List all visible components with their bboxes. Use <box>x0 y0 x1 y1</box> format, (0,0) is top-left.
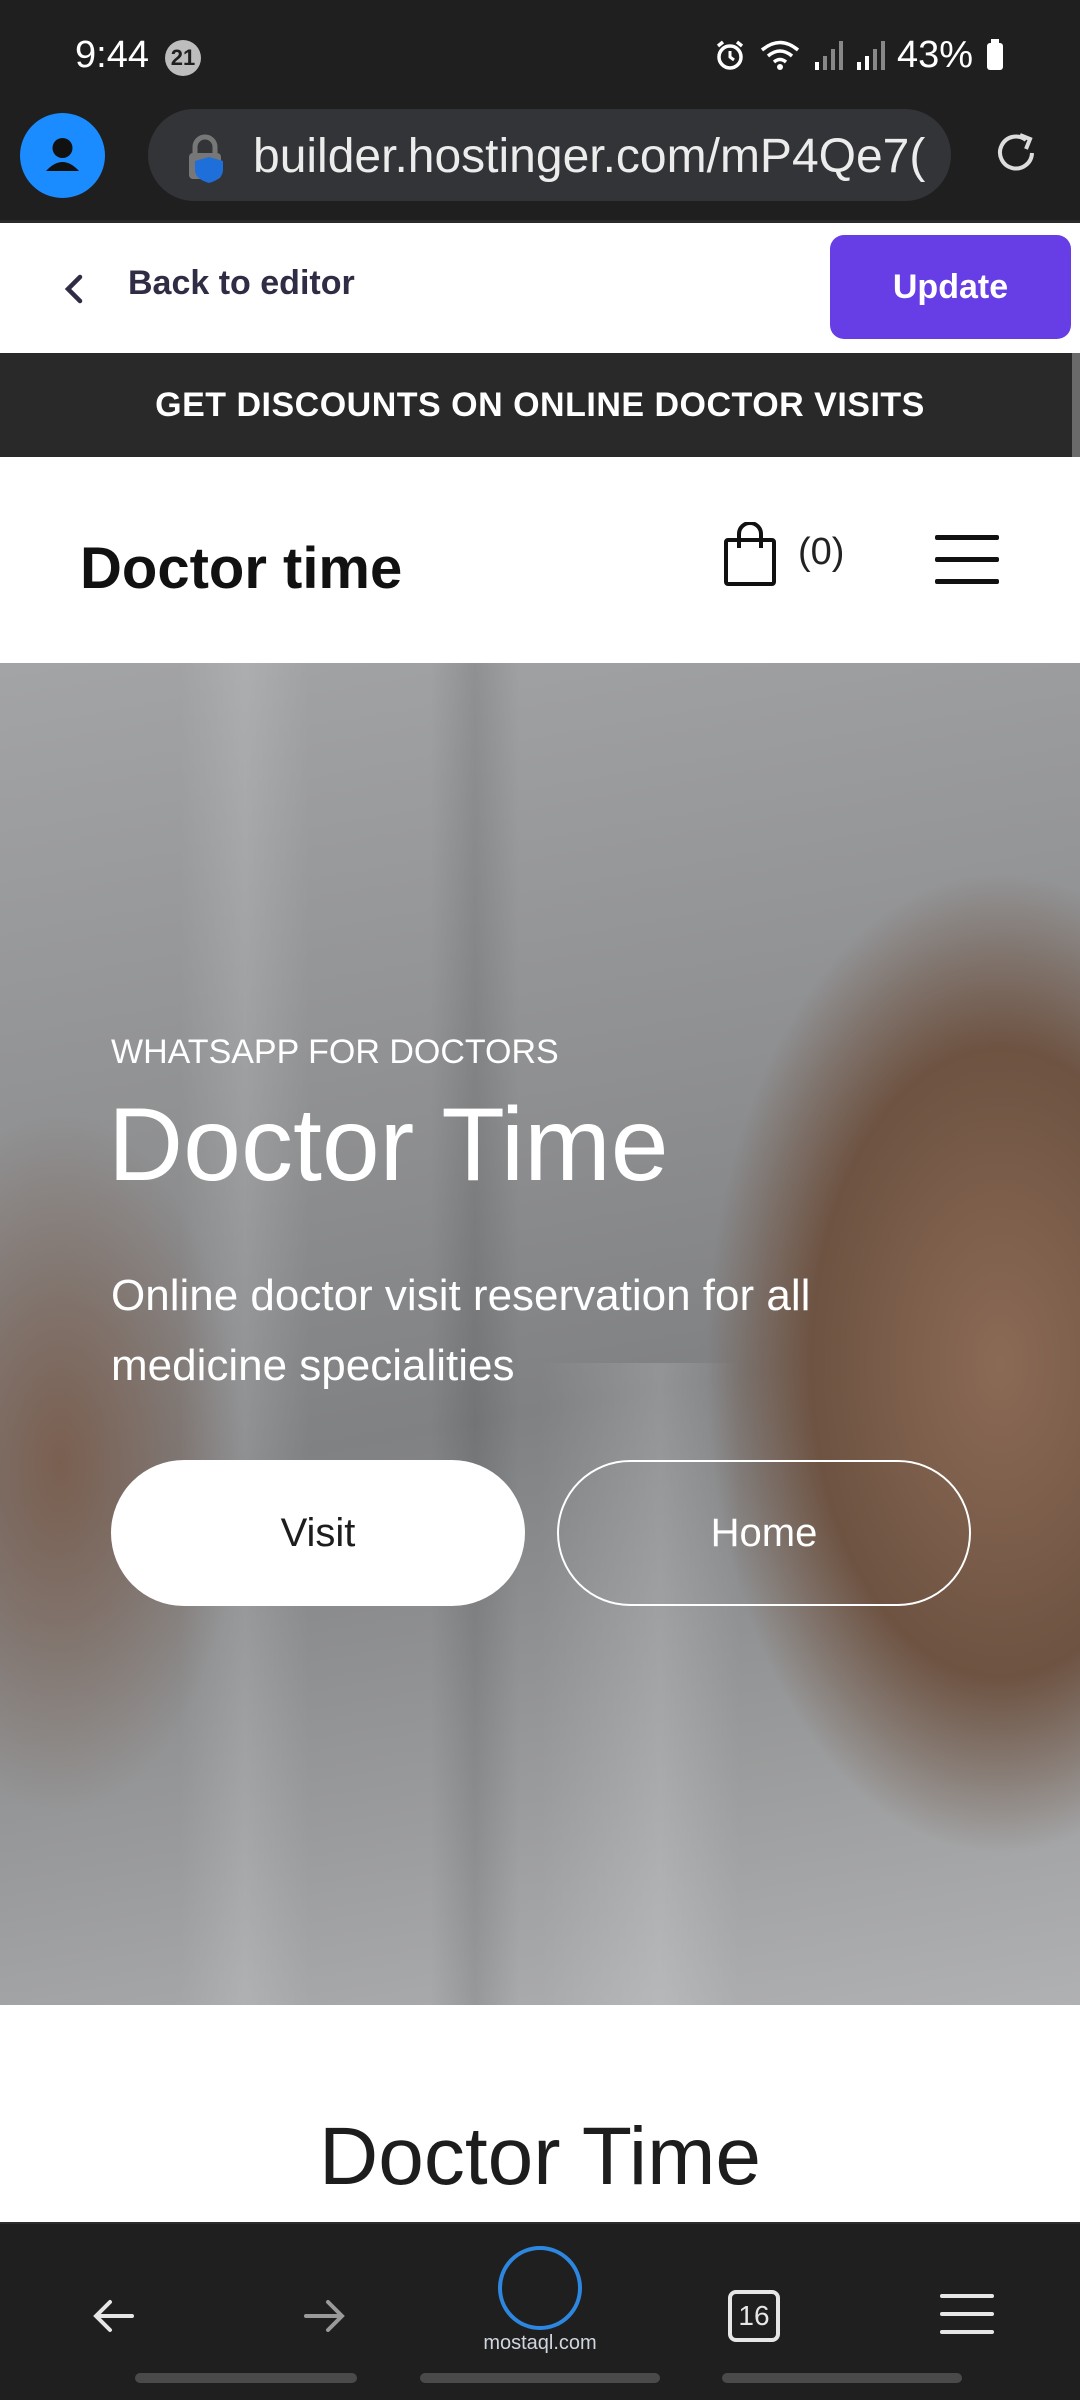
site-header: Doctor time (0) <box>0 457 1080 663</box>
update-button[interactable]: Update <box>830 235 1071 339</box>
reload-icon[interactable] <box>990 127 1042 184</box>
back-to-editor-link[interactable]: Back to editor <box>128 264 355 303</box>
section-title: Doctor Time <box>319 2111 761 2202</box>
menu-icon[interactable] <box>935 535 999 585</box>
arrow-right-icon[interactable] <box>300 2294 348 2343</box>
status-bar: 9:44 21 43% <box>0 0 1080 105</box>
tabs-count-button[interactable]: 16 <box>728 2290 780 2342</box>
account-icon <box>46 138 79 171</box>
notification-count-badge: 21 <box>165 40 201 76</box>
hero-subtitle: Online doctor visit reservation for all … <box>111 1271 811 1390</box>
gesture-bar-right <box>722 2373 962 2383</box>
visit-button[interactable]: Visit <box>111 1460 525 1606</box>
status-time: 9:44 <box>75 34 149 76</box>
browser-menu-icon[interactable] <box>940 2294 994 2348</box>
hero-eyebrow: WHATSAPP FOR DOCTORS <box>111 1033 559 1071</box>
address-bar[interactable]: builder.hostinger.com/mP4Qe7( <box>148 109 951 201</box>
site-logo[interactable]: Doctor time <box>80 535 402 602</box>
hero-section: WHATSAPP FOR DOCTORS Doctor Time Online … <box>0 663 1080 2005</box>
signal-icon <box>813 38 843 72</box>
status-icons: 43% <box>713 30 1005 80</box>
battery-percent: 43% <box>896 33 973 76</box>
gesture-bar-center <box>420 2373 660 2383</box>
battery-icon <box>985 38 1005 72</box>
browser-toolbar: builder.hostinger.com/mP4Qe7( <box>0 105 1080 223</box>
home-button[interactable]: Home <box>557 1460 971 1606</box>
cart-count[interactable]: (0) <box>798 531 844 574</box>
hero-title: Doctor Time <box>108 1087 669 1203</box>
watermark-icon <box>498 2246 582 2330</box>
shopping-bag-icon[interactable] <box>722 521 778 593</box>
profile-avatar[interactable] <box>20 113 105 198</box>
url-text[interactable]: builder.hostinger.com/mP4Qe7( <box>253 129 925 184</box>
editor-bar: Back to editor Update <box>0 223 1080 353</box>
wifi-icon <box>759 38 801 72</box>
arrow-left-icon[interactable] <box>90 2294 138 2343</box>
watermark-logo: mostaql.com <box>470 2246 610 2355</box>
announcement-bar: GET DISCOUNTS ON ONLINE DOCTOR VISITS <box>0 353 1080 457</box>
alarm-icon <box>713 38 747 72</box>
watermark-text: mostaql.com <box>483 2332 597 2354</box>
gesture-bar-left <box>135 2373 357 2383</box>
site-security-icon[interactable] <box>183 133 235 190</box>
chevron-left-icon[interactable] <box>60 265 90 318</box>
signal-icon-2 <box>855 38 885 72</box>
